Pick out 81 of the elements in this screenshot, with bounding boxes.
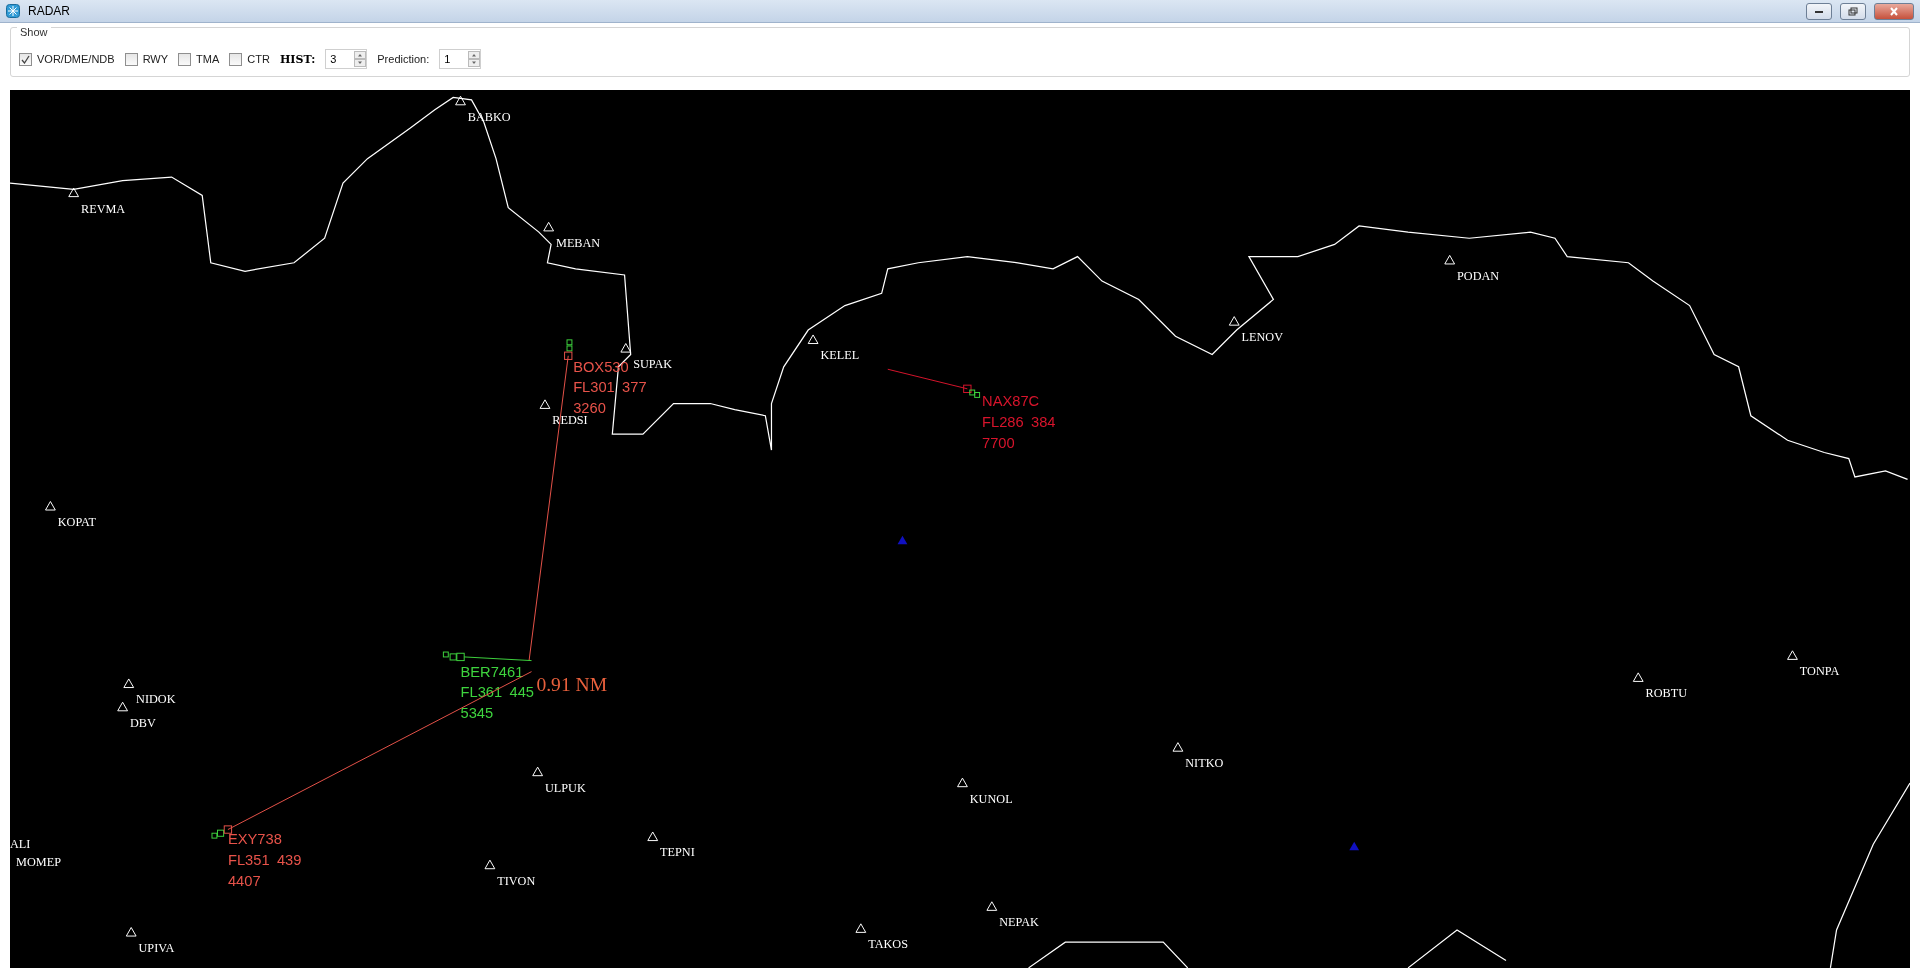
waypoint-triangle-icon (539, 399, 551, 409)
hist-spinbox[interactable]: 3 (325, 49, 368, 69)
waypoint-triangle-icon (484, 859, 496, 870)
flight-level-label: FL286 (982, 413, 1024, 430)
flight-level-label: FL351 (227, 852, 270, 869)
waypoint-label: MEBAN (556, 235, 601, 250)
checkbox-label: TMA (196, 53, 220, 65)
waypoint-label: TEPNI (660, 845, 695, 860)
waypoint-label: LENOV (1241, 330, 1284, 345)
speed-label: 445 (509, 684, 534, 701)
waypoint-label: KELEL (820, 348, 860, 363)
waypoint-label: UPIVA (138, 940, 175, 955)
waypoint-label: TAKOS (868, 937, 908, 952)
prediction-spinbox[interactable]: 1 (439, 49, 482, 69)
restore-button[interactable] (1840, 2, 1866, 20)
waypoint-triangle-icon (455, 95, 466, 106)
waypoint-label: KOPAT (57, 514, 97, 529)
waypoint-triangle-icon (1444, 254, 1456, 265)
squawk-label: 5345 (460, 705, 494, 722)
checkbox[interactable] (229, 52, 243, 66)
waypoint-label: PODAN (1457, 268, 1500, 283)
checkbox-label: CTR (247, 53, 270, 65)
window-title: RADAR (28, 4, 71, 18)
waypoint-label: NITKO (1185, 756, 1224, 771)
waypoint-label: TIVON (497, 873, 536, 888)
waypoint-triangle-icon (543, 221, 555, 232)
speed-label: 384 (1031, 413, 1056, 430)
waypoint-label: ULPUK (545, 780, 586, 795)
waypoint-label: REVMA (81, 201, 126, 216)
waypoint-triangle-icon (1172, 742, 1184, 752)
waypoint-label: SUPAK (633, 357, 673, 371)
waypoint-label: TONPA (1799, 664, 1840, 679)
waypoint-triangle-icon (957, 777, 968, 788)
restore-icon (1848, 6, 1858, 16)
squawk-label: 4407 (227, 872, 261, 889)
waypoint-triangle-icon (1632, 672, 1644, 682)
distance-label: 0.91 NM (536, 674, 608, 696)
waypoint-triangle-icon (117, 701, 128, 712)
waypoint-triangle-icon (807, 334, 819, 344)
checkbox[interactable] (178, 52, 192, 66)
waypoint-triangle-icon (1787, 650, 1798, 660)
minimize-button[interactable] (1806, 2, 1832, 20)
checkbox[interactable] (19, 52, 32, 66)
navaid-triangle-icon (1349, 841, 1360, 851)
waypoint-triangle-icon (532, 766, 544, 777)
spin-arrows-icon[interactable] (468, 51, 481, 67)
prediction-label: Prediction: (377, 53, 430, 65)
close-button[interactable] (1874, 2, 1914, 20)
waypoint-label: DBV (129, 715, 156, 730)
waypoint-triangle-icon (45, 500, 56, 511)
speed-label: 439 (276, 852, 302, 869)
callsign-label: EXY738 (227, 831, 282, 848)
waypoint-triangle-icon (620, 343, 632, 353)
waypoint-triangle-icon (855, 923, 867, 933)
flight-level-label: FL301 (573, 379, 615, 396)
waypoint-label: MOMEP (16, 855, 61, 870)
waypoint-triangle-icon (647, 831, 659, 842)
speed-label: 377 (622, 379, 647, 396)
radar-app-icon (6, 4, 20, 18)
waypoint-label: ROBTU (1645, 686, 1688, 701)
waypoint-label: NIDOK (136, 692, 176, 707)
waypoint-label: NEPAK (999, 915, 1039, 930)
waypoint-triangle-icon (986, 901, 998, 911)
checkbox-label: RWY (142, 53, 169, 65)
checkbox[interactable] (124, 52, 138, 66)
group-title: Show (17, 26, 51, 38)
minimize-icon (1814, 8, 1824, 14)
navaid-triangle-icon (897, 535, 908, 545)
squawk-label: 7700 (982, 434, 1015, 451)
waypoint-triangle-icon (1228, 316, 1240, 326)
callsign-label: NAX87C (982, 392, 1040, 409)
waypoint-triangle-icon (68, 187, 80, 198)
waypoint-triangle-icon (125, 927, 137, 937)
waypoint-label: ALI (10, 836, 31, 851)
hist-label: HIST: (279, 52, 316, 66)
waypoint-triangle-icon (123, 678, 135, 689)
close-icon (1889, 6, 1899, 16)
spin-arrows-icon[interactable] (354, 51, 367, 67)
checkbox-label: VOR/DME/NDB (37, 53, 115, 65)
waypoint-label: KUNOL (969, 791, 1013, 806)
callsign-label: BER7461 (460, 663, 524, 680)
